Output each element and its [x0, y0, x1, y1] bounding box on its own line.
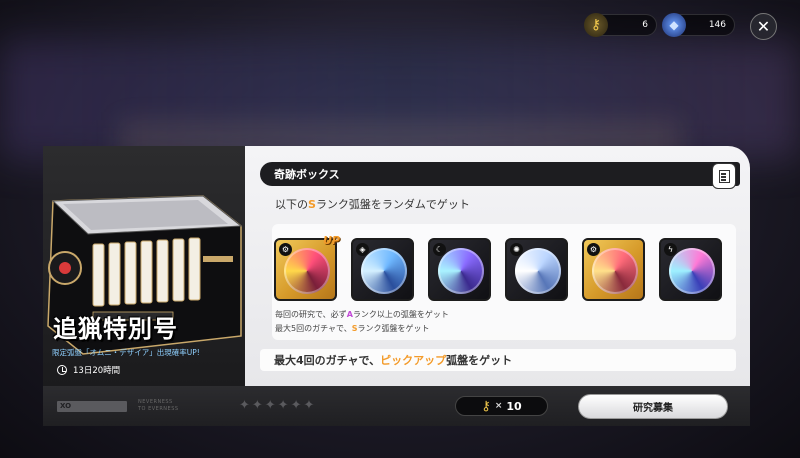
note2-prefix: 最大5回のガチャで、: [275, 324, 352, 333]
subtitle-suffix: ランク弧盤をランダムでゲット: [315, 198, 470, 211]
recruit-button[interactable]: 研究募集: [578, 394, 728, 419]
note-guaranteed-a: 毎回の研究で、必ずAランク以上の弧盤をゲット: [275, 309, 449, 320]
note-guaranteed-s: 最大5回のガチャで、Sランク弧盤をゲット: [275, 323, 429, 334]
document-icon: [718, 169, 730, 183]
panel-title: 奇跡ボックス: [274, 168, 340, 181]
gem-icon: ◆: [662, 13, 686, 37]
promo-title: 追猟特別号: [53, 315, 178, 343]
note2-suffix: ランク弧盤をゲット: [357, 324, 430, 333]
reward-slot[interactable]: ⚙: [582, 238, 645, 301]
key-icon: ⚷: [481, 398, 491, 414]
note1-prefix: 毎回の研究で、必ず: [275, 310, 347, 319]
panel-subtitle: 以下のSランク弧盤をランダムでゲット: [275, 196, 470, 212]
moon-icon: ☾: [433, 243, 446, 256]
star-decoration: ✦✦✦✦✦✦: [239, 398, 317, 413]
reward-slot[interactable]: ◈: [351, 238, 414, 301]
disc-art: [515, 248, 561, 294]
key-currency-counter[interactable]: ⚷ 6: [584, 13, 657, 37]
disc-art: [284, 248, 330, 294]
pickup-banner: 最大4回のガチャで、 ピックアップ 弧盤をゲット: [260, 349, 736, 371]
reward-slot[interactable]: ✺: [505, 238, 568, 301]
key-amount: 6: [642, 20, 648, 30]
reward-slot[interactable]: ϟ: [659, 238, 722, 301]
banner-highlight: ピックアップ: [380, 354, 447, 367]
brand-line2: TO EVERNESS: [138, 406, 179, 412]
brand-logo: XO: [57, 401, 127, 412]
promo-timer: 13日20時間: [57, 364, 120, 376]
up-tag: UP: [323, 234, 340, 247]
promo-panel: 追猟特別号 限定弧盤「オムニ・デザイア」出現確率UP! 13日20時間: [43, 146, 246, 386]
disc-art: [361, 248, 407, 294]
promo-subtitle: 限定弧盤「オムニ・デザイア」出現確率UP!: [52, 348, 200, 357]
cost-amount: 10: [506, 399, 522, 413]
reward-list: ⚙ ◈ ☾ ✺ ⚙ ϟ UP 毎回の研究で、必ずAランク以上の弧盤をゲット 最大5回のガチ…: [272, 224, 736, 340]
banner-prefix: 最大4回のガチャで、: [274, 354, 381, 367]
box-info-panel: 奇跡ボックス 以下のSランク弧盤をランダムでゲット ⚙ ◈ ☾ ✺ ⚙ ϟ UP 毎回の研…: [245, 146, 750, 386]
close-button[interactable]: ✕: [750, 13, 777, 40]
gear-icon: ⚙: [587, 243, 600, 256]
reward-slot[interactable]: ⚙: [274, 238, 337, 301]
cube-icon: ◈: [356, 243, 369, 256]
cost-times: ×: [494, 401, 503, 411]
gem-currency-counter[interactable]: ◆ 146: [662, 13, 735, 37]
disc-art: [592, 248, 638, 294]
disc-art: [669, 248, 715, 294]
banner-suffix: 弧盤をゲット: [446, 354, 513, 367]
key-icon: ⚷: [584, 13, 608, 37]
gear-icon: ⚙: [279, 243, 292, 256]
disc-art: [438, 248, 484, 294]
brand-line1: NEVERNESS: [138, 399, 173, 405]
close-icon: ✕: [756, 16, 771, 36]
timer-text: 13日20時間: [73, 366, 121, 376]
reward-slot[interactable]: ☾: [428, 238, 491, 301]
bolt-icon: ϟ: [664, 243, 677, 256]
note1-suffix: ランク以上の弧盤をゲット: [352, 310, 449, 319]
cost-display: ⚷ × 10: [455, 396, 548, 416]
subtitle-prefix: 以下の: [275, 198, 308, 211]
bottom-bar: XO NEVERNESS TO EVERNESS ✦✦✦✦✦✦ ⚷ × 10 研…: [43, 386, 750, 426]
clock-icon: [57, 365, 67, 375]
subtitle-rank: S: [308, 198, 316, 211]
gem-amount: 146: [708, 20, 726, 30]
swirl-icon: ✺: [510, 243, 523, 256]
panel-header: 奇跡ボックス: [260, 162, 740, 186]
recruit-label: 研究募集: [633, 403, 673, 414]
brand-text: NEVERNESS TO EVERNESS: [138, 399, 179, 413]
details-button[interactable]: [712, 163, 736, 189]
